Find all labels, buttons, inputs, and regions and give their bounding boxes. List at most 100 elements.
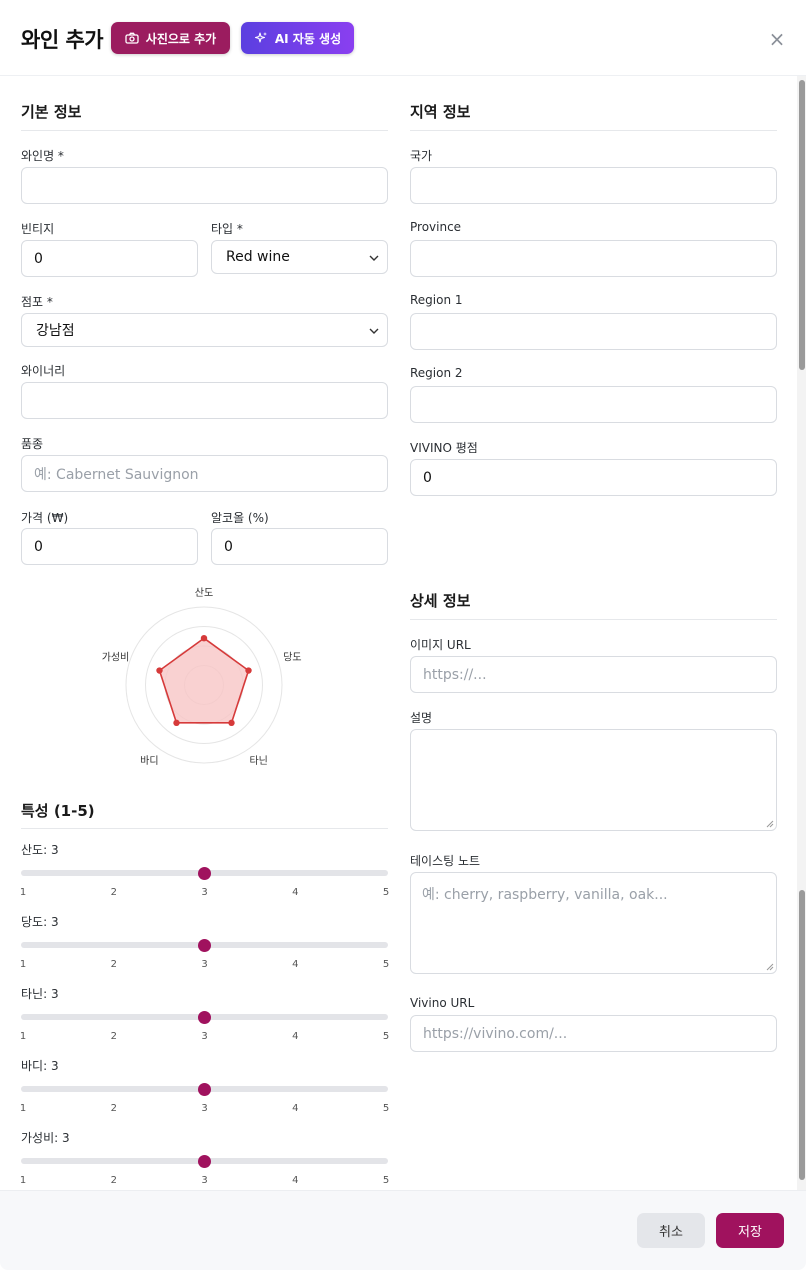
add-wine-modal: 와인 추가 사진으로 추가 AI 자동 생성 × 기본 정보 와인명 * 빈티지…: [0, 0, 806, 1270]
trait-tick-label: 1: [19, 1103, 27, 1114]
resize-handle-icon[interactable]: [766, 820, 774, 828]
trait-label: 산도: 3: [21, 843, 59, 857]
trait-slider-thumb[interactable]: [198, 938, 211, 952]
vintage-label: 빈티지: [21, 222, 55, 236]
vivino-url-label: Vivino URL: [410, 996, 475, 1010]
region2-label: Region 2: [410, 366, 463, 380]
trait-tick-label: 2: [110, 1175, 117, 1186]
grape-label: 품종: [21, 437, 44, 451]
trait-tick-label: 3: [201, 1175, 208, 1186]
trait-label: 가성비: 3: [21, 1131, 70, 1145]
price-label: 가격 (₩): [21, 511, 69, 525]
store-select[interactable]: 강남점: [21, 313, 388, 347]
winery-input[interactable]: [21, 382, 388, 419]
trait-tick-label: 3: [201, 887, 208, 898]
type-select[interactable]: Red wine: [211, 240, 388, 274]
tasting-notes-placeholder: 예: cherry, raspberry, vanilla, oak...: [422, 887, 668, 903]
alcohol-input[interactable]: 0: [211, 528, 388, 565]
region1-input[interactable]: [410, 313, 777, 350]
modal-title: 와인 추가: [21, 28, 104, 52]
trait-tick-label: 1: [19, 887, 27, 898]
wine-name-input[interactable]: [21, 167, 388, 204]
trait-slider-thumb[interactable]: [198, 1010, 211, 1024]
trait-tick-label: 5: [382, 959, 390, 970]
radar-point: [200, 635, 208, 642]
trait-tick-label: 5: [382, 1103, 390, 1114]
grape-input[interactable]: 예: Cabernet Sauvignon: [21, 455, 388, 492]
divider: [21, 130, 388, 131]
scrollbar-thumb-secondary[interactable]: [799, 890, 805, 1180]
trait-tick-label: 1: [19, 1175, 27, 1186]
trait-tick-label: 2: [110, 887, 117, 898]
scrollbar-thumb[interactable]: [799, 80, 805, 370]
trait-tick-label: 5: [382, 1031, 390, 1042]
trait-tick-label: 2: [110, 1103, 117, 1114]
radar-axis-label: 바디: [140, 755, 158, 767]
trait-slider-thumb[interactable]: [198, 866, 211, 880]
radar-point: [156, 667, 163, 674]
chevron-down-icon: [369, 324, 379, 337]
image-url-input[interactable]: https://...: [410, 656, 777, 693]
trait-label: 당도: 3: [21, 915, 59, 929]
trait-tick-label: 2: [110, 959, 117, 970]
wine-name-label: 와인명 *: [21, 149, 64, 163]
detail-info-title: 상세 정보: [410, 592, 471, 610]
tasting-notes-textarea[interactable]: 예: cherry, raspberry, vanilla, oak...: [410, 872, 777, 974]
trait-label: 바디: 3: [21, 1059, 59, 1073]
country-input[interactable]: [410, 167, 777, 204]
image-url-label: 이미지 URL: [410, 638, 471, 652]
resize-handle-icon[interactable]: [766, 963, 774, 971]
trait-tick-label: 1: [19, 959, 27, 970]
price-input[interactable]: 0: [21, 528, 198, 565]
modal-header: 와인 추가 사진으로 추가 AI 자동 생성 ×: [0, 0, 806, 76]
country-label: 국가: [410, 149, 433, 163]
trait-tick-label: 5: [382, 1175, 390, 1186]
radar-axis-label: 타닌: [249, 755, 267, 767]
trait-tick-label: 4: [292, 959, 299, 970]
chevron-down-icon: [369, 251, 379, 264]
trait-tick-label: 4: [292, 1103, 299, 1114]
divider: [410, 619, 777, 620]
tasting-notes-label: 테이스팅 노트: [410, 854, 481, 868]
region2-input[interactable]: [410, 386, 777, 423]
sparkles-icon: [254, 32, 267, 43]
close-icon[interactable]: ×: [768, 29, 786, 49]
type-selected-value: Red wine: [226, 249, 290, 265]
trait-tick-label: 3: [201, 1031, 208, 1042]
radar-point: [245, 667, 252, 674]
vivino-url-input[interactable]: https://vivino.com/...: [410, 1015, 777, 1052]
ai-generate-button[interactable]: AI 자동 생성: [241, 22, 354, 54]
radar-area: [158, 637, 250, 724]
camera-icon: [125, 32, 139, 44]
trait-tick-label: 5: [382, 887, 390, 898]
radar-axis-label: 가성비: [102, 651, 130, 663]
region1-label: Region 1: [410, 293, 463, 307]
add-by-photo-label: 사진으로 추가: [145, 31, 217, 46]
trait-slider-thumb[interactable]: [198, 1154, 211, 1168]
trait-tick-label: 2: [110, 1031, 117, 1042]
radar-point: [173, 719, 180, 727]
trait-tick-label: 4: [292, 1031, 299, 1042]
save-button[interactable]: 저장: [716, 1213, 784, 1248]
ai-generate-label: AI 자동 생성: [274, 31, 342, 46]
trait-tick-label: 3: [201, 959, 208, 970]
store-selected-value: 강남점: [36, 323, 75, 339]
trait-slider-thumb[interactable]: [198, 1082, 211, 1096]
vivino-rating-input[interactable]: 0: [410, 459, 777, 496]
vivino-rating-label: VIVINO 평점: [410, 441, 478, 455]
divider: [21, 828, 388, 829]
province-input[interactable]: [410, 240, 777, 277]
winery-label: 와이너리: [21, 364, 66, 378]
add-by-photo-button[interactable]: 사진으로 추가: [111, 22, 230, 54]
alcohol-label: 알코올 (%): [211, 511, 269, 525]
divider: [410, 130, 777, 131]
basic-info-title: 기본 정보: [21, 103, 82, 121]
trait-tick-label: 4: [292, 887, 299, 898]
description-textarea[interactable]: [410, 729, 777, 831]
traits-title: 특성 (1-5): [21, 802, 95, 820]
radar-axis-label: 당도: [283, 651, 301, 663]
taste-radar-chart: 산도당도타닌 바디 가성비: [102, 587, 302, 767]
vintage-input[interactable]: 0: [21, 240, 198, 277]
cancel-button[interactable]: 취소: [637, 1213, 705, 1248]
trait-tick-label: 1: [19, 1031, 27, 1042]
